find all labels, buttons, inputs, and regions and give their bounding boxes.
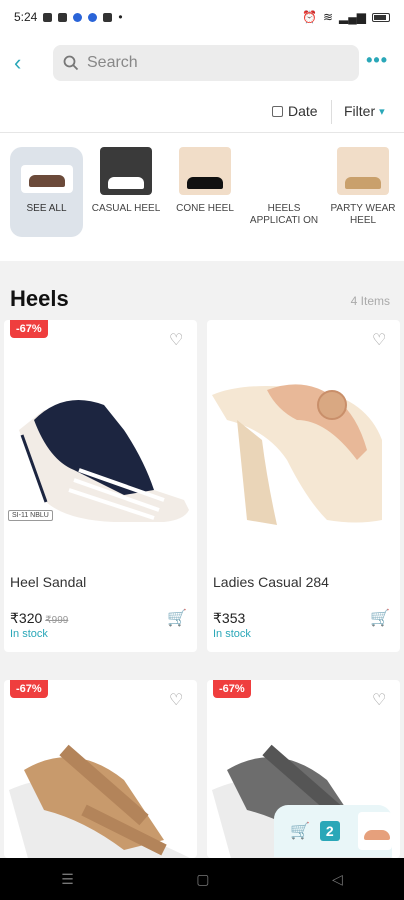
- date-label: Date: [288, 103, 318, 119]
- calendar-icon: [272, 105, 283, 117]
- search-icon: [63, 55, 79, 71]
- status-left: 5:24 •: [14, 10, 123, 24]
- filter-button[interactable]: Filter ▾: [344, 103, 385, 119]
- message-icon: [43, 12, 53, 22]
- add-to-cart-icon[interactable]: 🛒: [370, 608, 390, 628]
- price-value: ₹320: [10, 610, 43, 626]
- date-sort-button[interactable]: Date: [272, 103, 318, 119]
- category-casual-heel[interactable]: CASUAL HEEL: [89, 147, 163, 215]
- section-title: Heels: [10, 286, 69, 311]
- discount-badge: -67%: [10, 680, 48, 698]
- app-icon: [103, 12, 113, 22]
- search-placeholder: Search: [87, 54, 138, 71]
- stock-status: In stock: [10, 628, 48, 640]
- status-right: ⏰ ≋ ▂▄▆: [302, 10, 390, 24]
- heart-icon[interactable]: ♡: [372, 333, 386, 349]
- filter-bar: Date Filter ▾: [0, 92, 404, 133]
- item-count: 4 Items: [350, 294, 390, 308]
- search-input[interactable]: Search: [53, 45, 359, 81]
- shoe-icon: [345, 177, 381, 189]
- category-label: SEE ALL: [26, 203, 67, 214]
- category-label: HEELS APPLICATI ON: [249, 203, 319, 226]
- product-card[interactable]: -67% ♡: [4, 680, 197, 858]
- category-thumbnail: [258, 147, 310, 195]
- discount-badge: -67%: [10, 320, 48, 338]
- category-heels-application[interactable]: HEELS APPLICATI ON: [247, 147, 321, 227]
- floating-cart-button[interactable]: 🛒 2: [274, 805, 392, 857]
- category-thumbnail: [100, 147, 152, 195]
- cart-item-thumbnail: [357, 812, 392, 850]
- category-label: CASUAL HEEL: [91, 203, 161, 214]
- filter-label: Filter: [344, 103, 376, 119]
- category-label: CONE HEEL: [176, 203, 234, 214]
- shoe-icon: [187, 177, 223, 189]
- battery-icon: [372, 12, 390, 22]
- app-icon: [88, 12, 98, 22]
- heart-icon[interactable]: ♡: [372, 693, 386, 709]
- product-price: ₹353: [213, 610, 245, 627]
- back-nav-icon[interactable]: ◁: [332, 871, 343, 888]
- telegram-icon: [73, 12, 83, 22]
- add-to-cart-icon[interactable]: 🛒: [167, 608, 187, 628]
- alarm-icon: ⏰: [302, 10, 317, 24]
- category-strip: SEE ALL CASUAL HEEL CONE HEEL HEELS APPL…: [0, 133, 404, 261]
- cart-icon: 🛒: [290, 823, 310, 840]
- status-time: 5:24: [14, 10, 38, 24]
- category-thumbnail: [337, 147, 389, 195]
- top-bar: ‹ Search •••: [0, 34, 404, 92]
- product-card[interactable]: -67% ♡ SI-11 NBLU Heel Sandal ₹320 ₹999 I…: [4, 320, 197, 652]
- cart-count-badge: 2: [319, 821, 340, 841]
- heart-icon[interactable]: ♡: [169, 693, 183, 709]
- price-value: ₹353: [213, 610, 246, 626]
- system-nav-bar: ☰ ▢ ◁: [0, 858, 404, 900]
- recent-apps-icon[interactable]: ☰: [61, 871, 74, 888]
- category-thumbnail: [179, 147, 231, 195]
- section-header: Heels 4 Items: [0, 274, 404, 316]
- home-icon[interactable]: ▢: [196, 871, 209, 888]
- back-icon[interactable]: ‹: [14, 52, 21, 74]
- product-image: [212, 384, 382, 525]
- chevron-down-icon: ▾: [379, 105, 385, 118]
- category-party-wear-heel[interactable]: PARTY WEAR HEEL: [326, 147, 400, 227]
- shoe-icon: [28, 175, 65, 187]
- category-thumbnail: [20, 165, 73, 193]
- more-icon[interactable]: •••: [366, 50, 388, 71]
- mrp-value: ₹999: [45, 615, 69, 626]
- product-price: ₹320 ₹999: [10, 610, 68, 627]
- product-card[interactable]: ♡ Ladies Casual 284 ₹353 In stock 🛒: [207, 320, 400, 652]
- wifi-icon: ≋: [322, 10, 334, 24]
- discount-badge: -67%: [213, 680, 251, 698]
- shoe-icon: [108, 177, 144, 189]
- stock-status: In stock: [213, 628, 251, 640]
- status-bar: 5:24 • ⏰ ≋ ▂▄▆: [0, 0, 404, 34]
- category-cone-heel[interactable]: CONE HEEL: [168, 147, 242, 215]
- product-name: Ladies Casual 284: [213, 574, 329, 590]
- category-label: PARTY WEAR HEEL: [330, 203, 396, 226]
- more-notifications-icon: •: [118, 10, 123, 24]
- heart-icon[interactable]: ♡: [169, 333, 183, 349]
- divider: [331, 100, 332, 124]
- product-image: [9, 744, 190, 858]
- signal-icon: ▂▄▆: [339, 10, 366, 24]
- snapchat-icon: [58, 12, 68, 22]
- product-name: Heel Sandal: [10, 574, 87, 590]
- category-see-all[interactable]: SEE ALL: [10, 147, 83, 237]
- product-tag: SI-11 NBLU: [8, 510, 53, 521]
